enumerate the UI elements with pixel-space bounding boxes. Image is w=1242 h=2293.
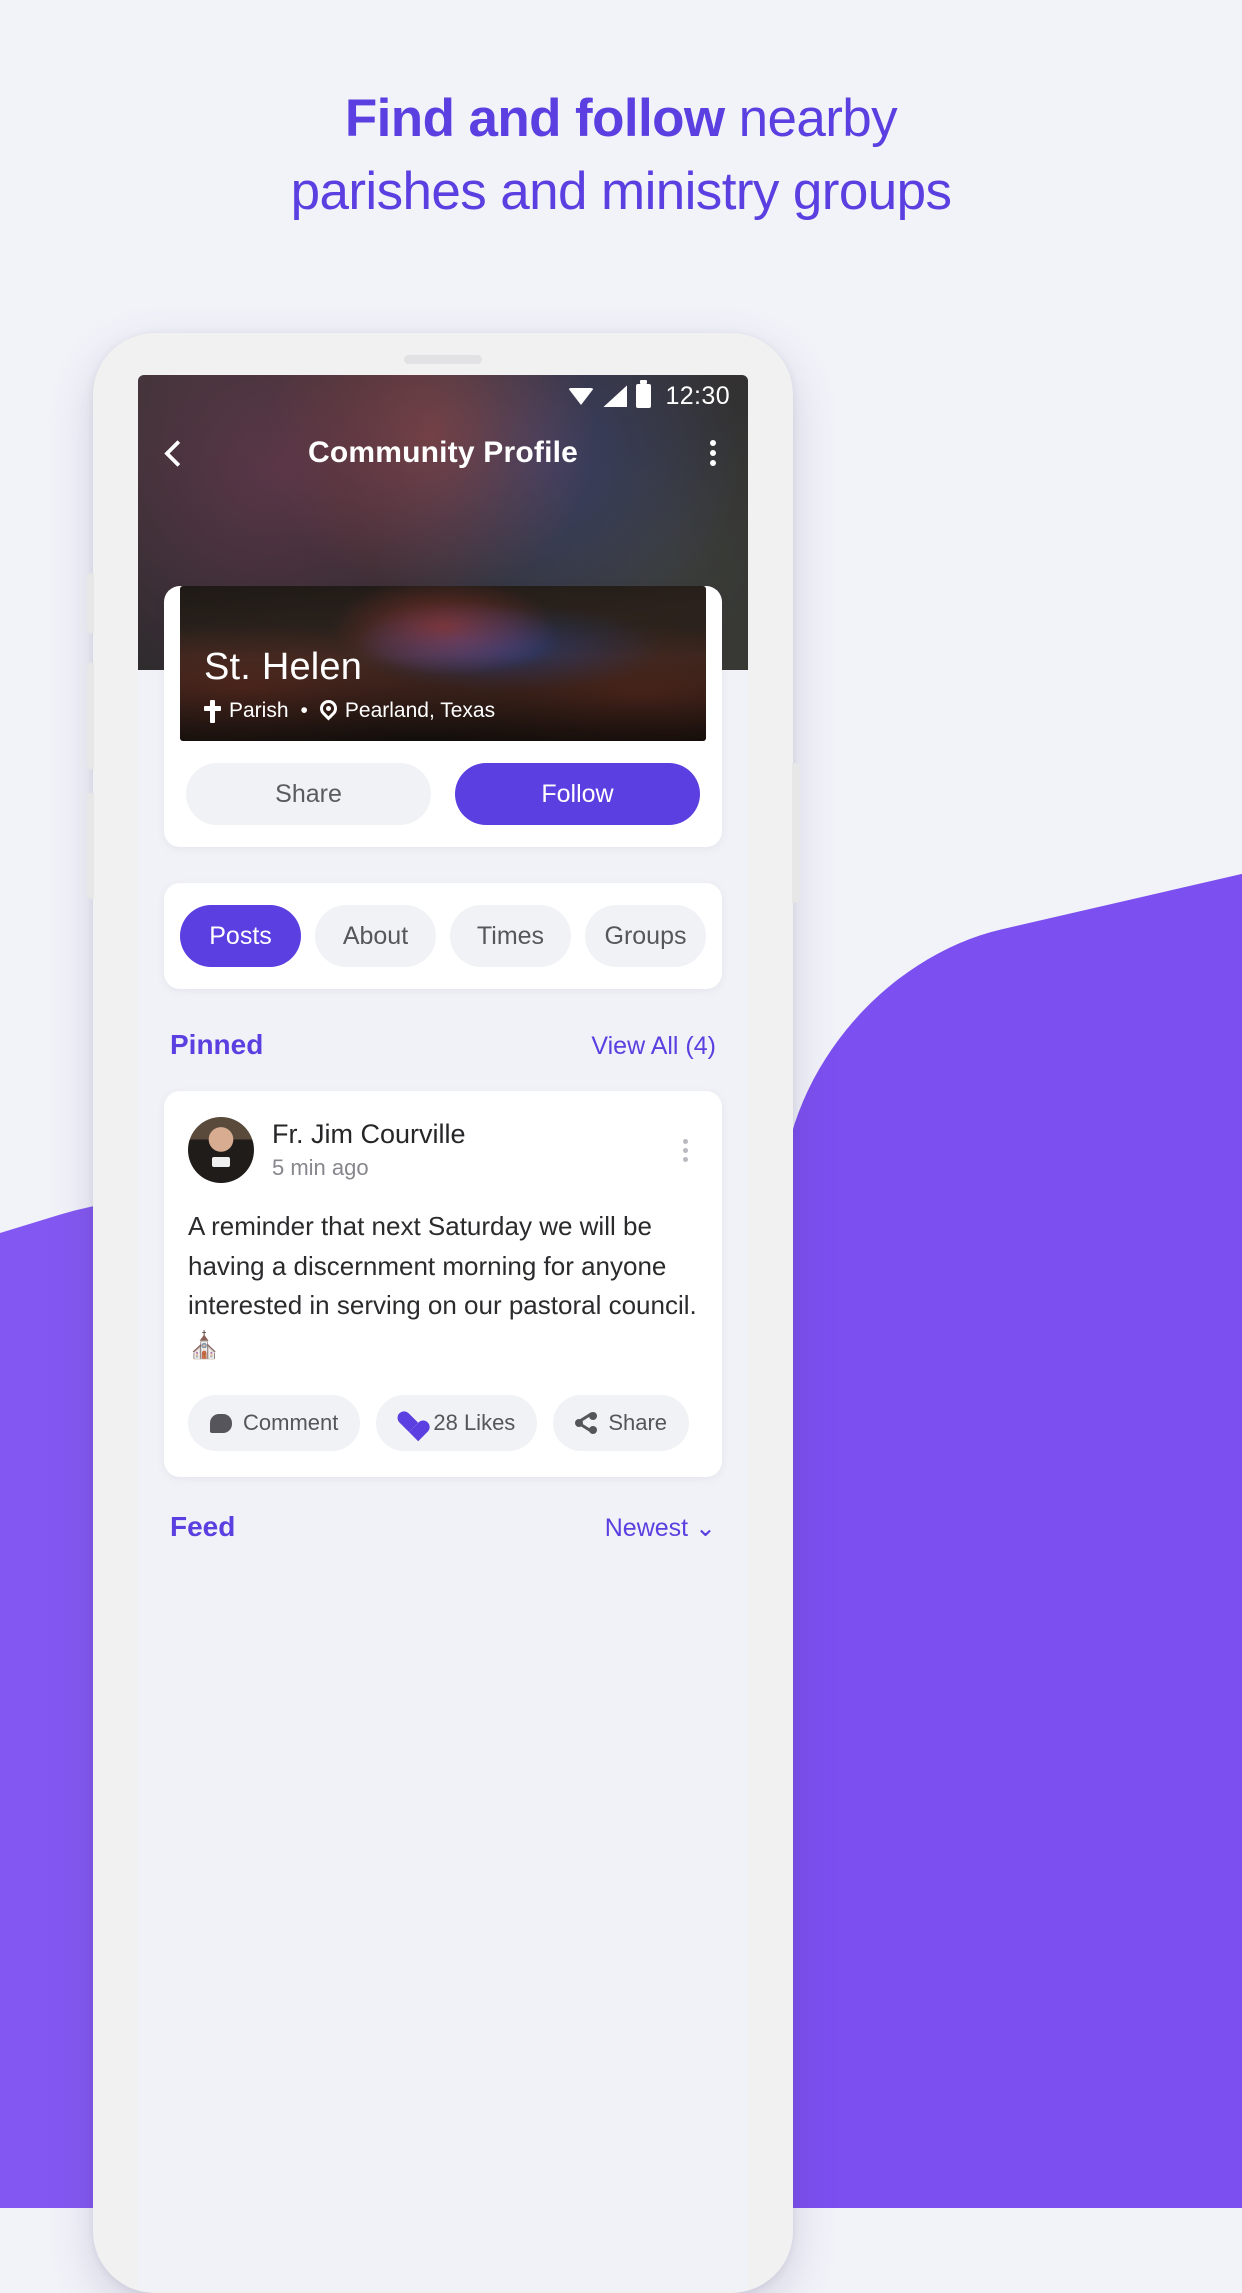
post-card: Fr. Jim Courville 5 min ago A reminder t… <box>164 1091 722 1478</box>
post-body-text: A reminder that next Saturday we will be… <box>188 1211 697 1360</box>
feed-sort-selector[interactable]: Newest ⌄ <box>605 1513 716 1543</box>
avatar <box>188 1117 254 1183</box>
phone-button-volume-up <box>87 663 94 769</box>
app-bar: Community Profile <box>138 417 748 489</box>
comment-button[interactable]: Comment <box>188 1395 361 1452</box>
post-more-vertical-icon[interactable] <box>672 1138 698 1162</box>
status-bar: 12:30 <box>138 375 748 417</box>
post-action-row: Comment 28 Likes Share <box>188 1395 698 1452</box>
location-pin-icon <box>320 700 337 723</box>
headline-bold: Find and follow <box>344 89 725 148</box>
comment-label: Comment <box>243 1410 339 1436</box>
community-cover-photo: St. Helen Parish • Pearland, Texas <box>180 586 706 741</box>
view-all-link[interactable]: View All (4) <box>591 1032 716 1061</box>
pinned-section-header: Pinned View All (4) <box>170 1029 716 1061</box>
likes-button[interactable]: 28 Likes <box>376 1395 538 1452</box>
post-share-label: Share <box>608 1410 668 1436</box>
phone-earpiece <box>404 355 482 364</box>
feed-section-header: Feed Newest ⌄ <box>170 1511 716 1543</box>
post-author-name: Fr. Jim Courville <box>272 1119 466 1149</box>
profile-card: St. Helen Parish • Pearland, Texas Share… <box>164 586 722 847</box>
share-button[interactable]: Share <box>186 763 431 825</box>
tab-times[interactable]: Times <box>450 905 571 967</box>
post-header: Fr. Jim Courville 5 min ago <box>188 1117 698 1183</box>
phone-button-mute <box>87 573 94 633</box>
phone-button-volume-down <box>87 793 94 899</box>
post-timestamp: 5 min ago <box>272 1155 369 1180</box>
feed-title: Feed <box>170 1511 236 1543</box>
phone-mockup: 12:30 Community Profile St. Helen Parish… <box>87 333 800 2293</box>
community-name: St. Helen <box>204 646 363 688</box>
headline-line-1: Find and follow nearby <box>0 82 1242 155</box>
pinned-title: Pinned <box>170 1029 264 1060</box>
headline-line-2: parishes and ministry groups <box>290 162 952 222</box>
cross-icon <box>204 699 221 723</box>
purple-shape-right <box>782 860 1242 2208</box>
heart-icon <box>398 1412 422 1434</box>
follow-button[interactable]: Follow <box>455 763 700 825</box>
likes-label: 28 Likes <box>433 1410 516 1436</box>
page-title: Community Profile <box>307 436 579 469</box>
meta-separator: • <box>300 699 308 722</box>
community-identity: St. Helen Parish • Pearland, Texas <box>204 646 690 723</box>
comment-icon <box>210 1413 232 1433</box>
community-meta: Parish • Pearland, Texas <box>204 699 690 723</box>
battery-icon <box>636 380 652 408</box>
post-share-button[interactable]: Share <box>553 1395 690 1452</box>
wifi-icon <box>568 385 595 407</box>
phone-screen: 12:30 Community Profile St. Helen Parish… <box>138 375 748 2291</box>
post-author-block: Fr. Jim Courville 5 min ago <box>272 1119 654 1181</box>
profile-tabs: Posts About Times Groups <box>164 883 722 989</box>
marketing-headline: Find and follow nearby parishes and mini… <box>0 0 1242 228</box>
community-type: Parish <box>229 699 289 722</box>
tab-about[interactable]: About <box>315 905 436 967</box>
community-location: Pearland, Texas <box>344 699 496 722</box>
profile-action-row: Share Follow <box>164 741 722 825</box>
status-bar-time: 12:30 <box>665 381 730 410</box>
headline-rest: nearby <box>724 89 898 148</box>
signal-icon <box>603 385 628 407</box>
more-vertical-icon[interactable] <box>700 440 726 466</box>
back-icon[interactable] <box>160 440 186 466</box>
tab-posts[interactable]: Posts <box>180 905 301 967</box>
share-icon <box>575 1412 598 1435</box>
tab-groups[interactable]: Groups <box>585 905 706 967</box>
phone-button-power <box>792 763 800 903</box>
